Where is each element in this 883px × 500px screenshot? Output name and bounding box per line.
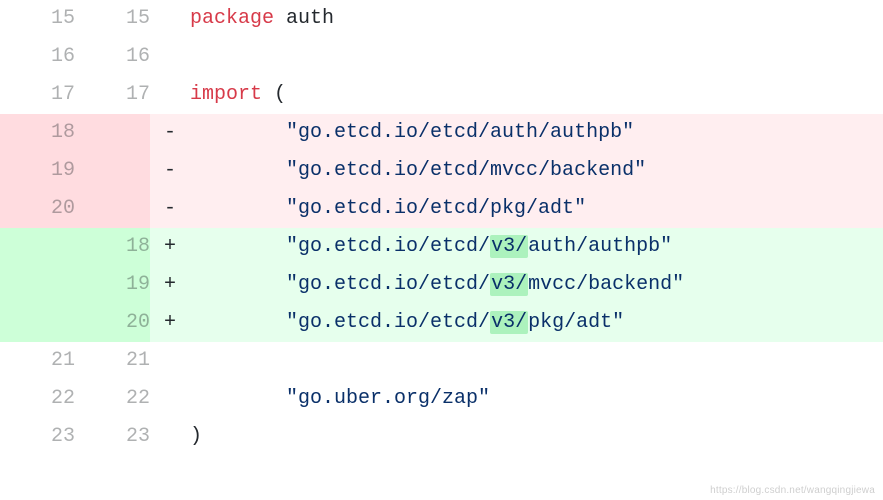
old-line-number[interactable] <box>0 266 75 304</box>
new-line-number[interactable]: 22 <box>75 380 150 418</box>
diff-marker: + <box>150 228 190 266</box>
diff-line[interactable]: 2323 ) <box>0 418 883 456</box>
code-content[interactable]: "go.etcd.io/etcd/v3/auth/authpb" <box>190 228 883 266</box>
old-line-number[interactable]: 19 <box>0 152 75 190</box>
diff-line[interactable]: 2121 <box>0 342 883 380</box>
code-content[interactable]: "go.etcd.io/etcd/v3/pkg/adt" <box>190 304 883 342</box>
new-line-number[interactable]: 16 <box>75 38 150 76</box>
new-line-number[interactable] <box>75 114 150 152</box>
code-content[interactable]: import ( <box>190 76 883 114</box>
old-line-number[interactable]: 16 <box>0 38 75 76</box>
diff-marker <box>150 76 190 114</box>
code-content[interactable]: "go.uber.org/zap" <box>190 380 883 418</box>
old-line-number[interactable]: 20 <box>0 190 75 228</box>
code-content[interactable]: ) <box>190 418 883 456</box>
new-line-number[interactable]: 15 <box>75 0 150 38</box>
new-line-number[interactable] <box>75 190 150 228</box>
diff-marker <box>150 342 190 380</box>
diff-line[interactable]: 1515 package auth <box>0 0 883 38</box>
code-content[interactable] <box>190 38 883 76</box>
code-content[interactable]: "go.etcd.io/etcd/auth/authpb" <box>190 114 883 152</box>
diff-marker: - <box>150 152 190 190</box>
code-content[interactable]: "go.etcd.io/etcd/mvcc/backend" <box>190 152 883 190</box>
diff-marker <box>150 38 190 76</box>
new-line-number[interactable]: 20 <box>75 304 150 342</box>
new-line-number[interactable]: 19 <box>75 266 150 304</box>
diff-line[interactable]: 18 - "go.etcd.io/etcd/auth/authpb" <box>0 114 883 152</box>
diff-line[interactable]: 1616 <box>0 38 883 76</box>
new-line-number[interactable]: 18 <box>75 228 150 266</box>
diff-body: 1515 package auth1616 1717 import (18- "… <box>0 0 883 456</box>
diff-line[interactable]: 19 - "go.etcd.io/etcd/mvcc/backend" <box>0 152 883 190</box>
diff-marker: - <box>150 190 190 228</box>
diff-marker <box>150 0 190 38</box>
diff-marker <box>150 380 190 418</box>
diff-marker: - <box>150 114 190 152</box>
old-line-number[interactable]: 18 <box>0 114 75 152</box>
new-line-number[interactable]: 21 <box>75 342 150 380</box>
watermark-text: https://blog.csdn.net/wangqingjiewa <box>710 485 875 496</box>
new-line-number[interactable]: 17 <box>75 76 150 114</box>
diff-table: 1515 package auth1616 1717 import (18- "… <box>0 0 883 456</box>
diff-marker: + <box>150 304 190 342</box>
code-content[interactable] <box>190 342 883 380</box>
old-line-number[interactable] <box>0 228 75 266</box>
diff-marker: + <box>150 266 190 304</box>
diff-line[interactable]: 19+ "go.etcd.io/etcd/v3/mvcc/backend" <box>0 266 883 304</box>
old-line-number[interactable]: 21 <box>0 342 75 380</box>
diff-line[interactable]: 18+ "go.etcd.io/etcd/v3/auth/authpb" <box>0 228 883 266</box>
old-line-number[interactable]: 15 <box>0 0 75 38</box>
new-line-number[interactable]: 23 <box>75 418 150 456</box>
diff-line[interactable]: 1717 import ( <box>0 76 883 114</box>
diff-line[interactable]: 2222 "go.uber.org/zap" <box>0 380 883 418</box>
code-content[interactable]: "go.etcd.io/etcd/v3/mvcc/backend" <box>190 266 883 304</box>
new-line-number[interactable] <box>75 152 150 190</box>
old-line-number[interactable]: 17 <box>0 76 75 114</box>
old-line-number[interactable]: 23 <box>0 418 75 456</box>
diff-marker <box>150 418 190 456</box>
code-content[interactable]: package auth <box>190 0 883 38</box>
diff-line[interactable]: 20+ "go.etcd.io/etcd/v3/pkg/adt" <box>0 304 883 342</box>
code-content[interactable]: "go.etcd.io/etcd/pkg/adt" <box>190 190 883 228</box>
old-line-number[interactable] <box>0 304 75 342</box>
diff-line[interactable]: 20 - "go.etcd.io/etcd/pkg/adt" <box>0 190 883 228</box>
old-line-number[interactable]: 22 <box>0 380 75 418</box>
